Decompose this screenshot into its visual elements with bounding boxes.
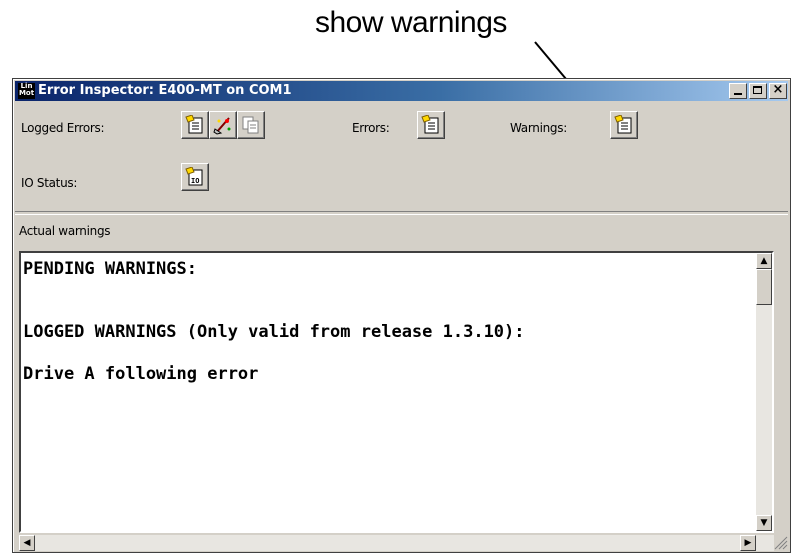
- app-icon: Lin Mot: [18, 82, 35, 99]
- output-line: Drive A following error: [23, 364, 259, 384]
- show-logged-errors-button[interactable]: [181, 111, 209, 139]
- clear-icon: [213, 117, 231, 135]
- scroll-down-button[interactable]: ▼: [756, 515, 772, 531]
- vertical-scroll-thumb[interactable]: [756, 269, 772, 305]
- scroll-up-button[interactable]: ▲: [756, 253, 772, 269]
- logged-errors-label: Logged Errors:: [21, 121, 105, 135]
- vertical-scrollbar[interactable]: ▲ ▼: [756, 253, 772, 531]
- output-lines: PENDING WARNINGS: LOGGED WARNINGS (Only v…: [23, 259, 752, 385]
- io-document-icon: IO: [185, 167, 203, 186]
- right-arrow-icon: ▶: [744, 538, 752, 548]
- io-status-label: IO Status:: [21, 176, 78, 190]
- error-inspector-window: Lin Mot Error Inspector: E400-MT on COM1 …: [12, 78, 791, 553]
- resize-grip-icon[interactable]: [774, 536, 788, 550]
- up-arrow-icon: ▲: [760, 256, 768, 266]
- errors-label: Errors:: [352, 121, 390, 135]
- output-line: PENDING WARNINGS:: [23, 259, 197, 279]
- scroll-left-button[interactable]: ◀: [19, 535, 35, 551]
- clear-logged-errors-button[interactable]: [209, 111, 237, 139]
- warnings-output[interactable]: PENDING WARNINGS: LOGGED WARNINGS (Only v…: [19, 251, 774, 533]
- window-title: Error Inspector: E400-MT on COM1: [38, 83, 292, 98]
- svg-text:IO: IO: [191, 177, 199, 185]
- errors-document-icon: [421, 115, 439, 134]
- show-io-status-button[interactable]: IO: [181, 163, 209, 191]
- scroll-right-button[interactable]: ▶: [740, 535, 756, 551]
- warnings-document-icon: [614, 115, 632, 134]
- minimize-icon: [734, 93, 742, 95]
- output-line: LOGGED WARNINGS (Only valid from release…: [23, 322, 525, 342]
- close-button[interactable]: ×: [769, 82, 787, 99]
- maximize-button[interactable]: [749, 83, 767, 99]
- warnings-label: Warnings:: [510, 121, 567, 135]
- document-icon: [185, 115, 203, 134]
- show-errors-button[interactable]: [417, 111, 445, 139]
- minimize-button[interactable]: [729, 83, 747, 99]
- left-arrow-icon: ◀: [23, 538, 31, 548]
- show-warnings-button[interactable]: [610, 111, 638, 139]
- down-arrow-icon: ▼: [760, 518, 768, 528]
- close-icon: ×: [772, 82, 784, 97]
- horizontal-scrollbar[interactable]: ◀ ▶: [19, 535, 774, 551]
- maximize-icon: [753, 86, 762, 94]
- section-caption: Actual warnings: [19, 224, 111, 238]
- save-icon: [242, 116, 259, 134]
- save-logged-errors-button[interactable]: [237, 111, 265, 139]
- toolbar-divider: [15, 211, 788, 215]
- title-bar[interactable]: Lin Mot Error Inspector: E400-MT on COM1 …: [15, 81, 788, 101]
